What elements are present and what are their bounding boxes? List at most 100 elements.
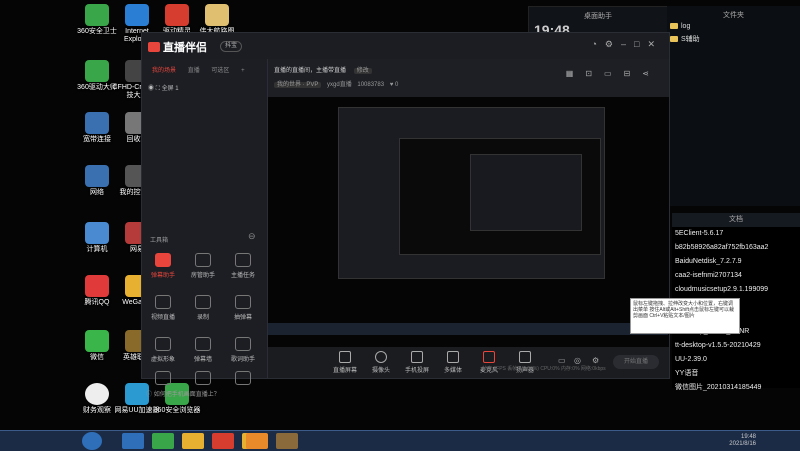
preview-nested-canvas-2 xyxy=(470,154,582,231)
layout-icon[interactable]: ▦ xyxy=(566,69,586,78)
bell-icon[interactable]: ◔ xyxy=(591,39,604,49)
status-bar: 帧率:0FPS 丢帧:0(0.00%) CPU:0% 内存:0% 网络:0kbp… xyxy=(482,366,606,372)
lock-icon[interactable]: ⊡ xyxy=(585,69,604,78)
tool-anchor-task[interactable]: 主播任务 xyxy=(224,253,262,279)
start-button[interactable] xyxy=(82,432,102,450)
taskbar-app-help[interactable] xyxy=(246,433,268,449)
file-item[interactable]: tt-desktop-v1.5.5-20210429 xyxy=(672,339,800,353)
tool-extra-icon xyxy=(155,371,171,385)
danmu-icon xyxy=(155,253,171,267)
taskbar-app-media-player[interactable] xyxy=(152,433,174,449)
tab-my-scene[interactable]: 我的场景 xyxy=(152,68,176,74)
tool-record[interactable]: 录制 xyxy=(184,295,222,321)
room-likes: 0 xyxy=(394,82,399,88)
video-icon xyxy=(155,295,171,309)
tab-optional[interactable]: 可选区 xyxy=(211,68,229,74)
scene-item[interactable]: ◉ ⛶ 全屏 1 xyxy=(148,83,179,93)
version-pill[interactable]: 抖宝 xyxy=(220,41,243,52)
tool-video-live[interactable]: 视频直播 xyxy=(144,295,182,321)
help-notice[interactable]: ⓘ 如何把手机画面直播上？ xyxy=(146,389,220,398)
live-companion-window: 直播伴侣 抖宝 ◔⚙–□✕ 我的场景 直播 可选区 + ◉ ⛶ 全屏 1 工具箱… xyxy=(141,32,670,398)
tool-danmu-assistant[interactable]: 弹幕助手 xyxy=(144,253,182,279)
360-driver-icon xyxy=(85,60,109,82)
phone-cast-button[interactable]: 手机投屏 xyxy=(402,351,432,374)
record-icon xyxy=(195,295,211,309)
360-icon xyxy=(85,4,109,26)
stream-preview[interactable] xyxy=(268,97,669,347)
tab-live[interactable]: 直播 xyxy=(188,68,200,74)
settings-gear-icon[interactable]: ⚙ xyxy=(592,356,599,365)
finance-icon xyxy=(85,383,109,405)
main-panel: 直播的直播间，主播带直播 修改 我的世界 · PVP yxgd直播 100837… xyxy=(268,59,669,378)
file-item[interactable]: cloudmusicsetup2.9.1.199099 xyxy=(672,283,800,297)
window-icon[interactable]: ▭ xyxy=(604,69,624,78)
window-titlebar[interactable]: 直播伴侣 抖宝 ◔⚙–□✕ xyxy=(142,33,669,59)
folder-icon xyxy=(670,23,678,29)
share-icon[interactable]: ⋖ xyxy=(642,69,661,78)
room-right-icons: ▦⊡▭⊟⋖ xyxy=(566,69,661,78)
add-scene-icon[interactable]: + xyxy=(241,68,245,74)
microphone-icon xyxy=(483,351,495,363)
room-id: 10083783 xyxy=(357,82,385,88)
tray-date: 2021/8/16 xyxy=(729,441,756,447)
folder-icon xyxy=(670,36,678,42)
room-info: 我的世界 · PVP yxgd直播 10083783 ♥ 0 xyxy=(274,79,398,88)
driver-icon xyxy=(165,4,189,26)
taskbar: 19:48 2021/8/16 xyxy=(0,430,800,451)
room-category[interactable]: 我的世界 · PVP xyxy=(274,82,322,88)
desktop: 360安全卫士 Internet Explorer 驱动精灵 伟大航路图 360… xyxy=(0,0,800,430)
tray-time: 19:48 xyxy=(740,434,756,440)
camera-source-button[interactable]: 摄像头 xyxy=(366,351,396,374)
file-item[interactable]: 微信图片_20210314185449 xyxy=(672,381,800,395)
taskbar-app-netease-music[interactable] xyxy=(212,433,234,449)
file-item[interactable]: caa2-isefnmi2707134 xyxy=(672,269,800,283)
file-item[interactable]: BaiduNetdisk_7.2.7.9 xyxy=(672,255,800,269)
settings-icon[interactable]: ⚙ xyxy=(605,39,621,49)
maximize-icon[interactable]: □ xyxy=(634,39,647,49)
edit-title-button[interactable]: 修改 xyxy=(353,68,372,74)
wall-icon xyxy=(195,337,211,351)
tool-extra-2[interactable] xyxy=(184,371,222,388)
unlock-icon[interactable]: ⊟ xyxy=(624,69,643,78)
tool-extra-3[interactable] xyxy=(224,371,262,388)
widget-title: 桌面助手 xyxy=(584,13,612,20)
toolbox-title: 工具箱 xyxy=(150,238,169,244)
taskbar-app-windows-media[interactable] xyxy=(122,433,144,449)
tool-extra-1[interactable] xyxy=(144,371,182,388)
file-item[interactable]: b82b58926a82af752fb163aa2 xyxy=(672,241,800,255)
room-title: 直播的直播间，主播带直播 修改 xyxy=(274,65,372,74)
close-icon[interactable]: ✕ xyxy=(647,39,663,49)
minimize-icon[interactable]: – xyxy=(621,39,634,49)
tool-room-manager[interactable]: 房管助手 xyxy=(184,253,222,279)
phone-icon xyxy=(411,351,423,363)
lyrics-icon xyxy=(235,337,251,351)
eye-icon[interactable]: ◉ xyxy=(148,86,154,92)
preview-nested-window xyxy=(338,107,605,279)
folder-item[interactable]: log xyxy=(667,20,800,33)
tool-danmu-wall[interactable]: 弹幕墙 xyxy=(184,337,222,363)
record-cam-icon[interactable]: ▭ xyxy=(558,356,566,365)
tool-draw-danmu[interactable]: 抽弹幕 xyxy=(224,295,262,321)
view-icon[interactable]: ◎ xyxy=(574,356,581,365)
taskbar-app-minecraft[interactable] xyxy=(276,433,298,449)
toolbox-collapse-icon[interactable]: ⊖ xyxy=(248,231,256,242)
system-clock[interactable]: 19:48 2021/8/16 xyxy=(729,434,756,448)
gamepad-icon xyxy=(235,371,251,385)
preview-taskbar xyxy=(268,323,668,335)
left-tabs: 我的场景 直播 可选区 + xyxy=(152,65,255,74)
tool-lyrics[interactable]: 歌词助手 xyxy=(224,337,262,363)
screen-source-button[interactable]: 直播屏幕 xyxy=(330,351,360,374)
wechat-icon xyxy=(85,330,109,352)
folder-icon xyxy=(205,4,229,26)
likes-icon: ♥ xyxy=(389,82,394,88)
folder-item[interactable]: S辅助 xyxy=(667,33,800,46)
file-item[interactable]: 5EClient-5.6.17 xyxy=(672,227,800,241)
media-icon xyxy=(447,351,459,363)
folder-panel-title: 文件夹 xyxy=(723,12,744,19)
ie-icon xyxy=(125,4,149,26)
help-icon: ⓘ xyxy=(146,392,153,398)
camera-icon xyxy=(375,351,387,363)
multimedia-button[interactable]: 多媒体 xyxy=(438,351,468,374)
taskbar-app-g[interactable] xyxy=(182,433,204,449)
tool-avatar[interactable]: 虚拟形象 xyxy=(144,337,182,363)
